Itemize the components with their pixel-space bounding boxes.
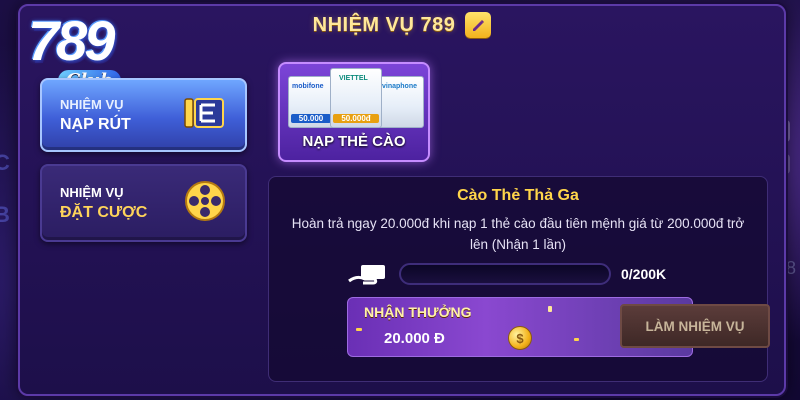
reward-amount: 20.000 Đ	[384, 330, 445, 347]
film-reel-icon	[183, 179, 227, 227]
confetti-decoration	[574, 338, 579, 341]
card-brand: mobifone	[292, 83, 324, 90]
confetti-decoration	[548, 306, 552, 312]
tab-label-line2: NẠP RÚT	[60, 115, 131, 133]
confetti-decoration	[356, 328, 362, 331]
progress-text: 0/200K	[621, 266, 667, 282]
tab-label-line1: NHIỆM VỤ	[60, 184, 124, 200]
tab-label-line1: NHIỆM VỤ	[60, 96, 124, 112]
tab-label: NHIỆM VỤ NẠP RÚT	[60, 97, 131, 134]
card-brand: VIETTEL	[339, 75, 368, 82]
reward-box: NHẬN THƯỞNG 20.000 Đ $ LÀM NHIỆM VỤ	[347, 297, 770, 357]
edit-icon[interactable]	[465, 12, 492, 38]
tab-label-line2: ĐẶT CƯỢC	[60, 203, 148, 221]
card-amount: 50.000	[291, 114, 331, 123]
mission-detail-box: Cào Thẻ Thả Ga Hoàn trả ngay 20.000đ khi…	[268, 176, 770, 382]
card-brand: vinaphone	[382, 83, 418, 90]
mission-title: Cào Thẻ Thả Ga	[457, 187, 579, 204]
mobifone-card: mobifone 50.000	[288, 76, 334, 128]
progress-bar	[399, 263, 611, 285]
card-tab-label: NẠP THẺ CÀO	[302, 133, 406, 150]
mission-description: Hoàn trả ngay 20.000đ khi nạp 1 thẻ cào …	[291, 216, 745, 252]
tab-label: NHIỆM VỤ ĐẶT CƯỢC	[60, 185, 147, 222]
page-title: NHIỆM VỤ 789	[312, 13, 456, 36]
progress-row: 0/200K	[399, 263, 800, 285]
tab-nap-the-cao[interactable]: mobifone 50.000 vinaphone VIETTEL 50.000…	[278, 62, 430, 162]
do-mission-button[interactable]: LÀM NHIỆM VỤ	[620, 304, 770, 348]
tab-dat-cuoc[interactable]: NHIỆM VỤ ĐẶT CƯỢC	[40, 164, 247, 242]
reward-label: NHẬN THƯỞNG	[364, 304, 472, 320]
viettel-card: VIETTEL 50.000đ	[330, 68, 382, 128]
tab-sidebar: NHIỆM VỤ NẠP RÚT NHIỆM VỤ ĐẶT CƯỢC	[30, 46, 260, 386]
deposit-withdraw-icon	[183, 95, 227, 135]
background-decoration-left: CB	[0, 150, 10, 227]
hand-card-icon	[347, 263, 393, 291]
coin-icon: $	[508, 326, 532, 350]
vinaphone-card: vinaphone	[378, 76, 424, 128]
card-amount: 50.000đ	[333, 114, 379, 123]
tab-nap-rut[interactable]: NHIỆM VỤ NẠP RÚT	[40, 78, 247, 152]
